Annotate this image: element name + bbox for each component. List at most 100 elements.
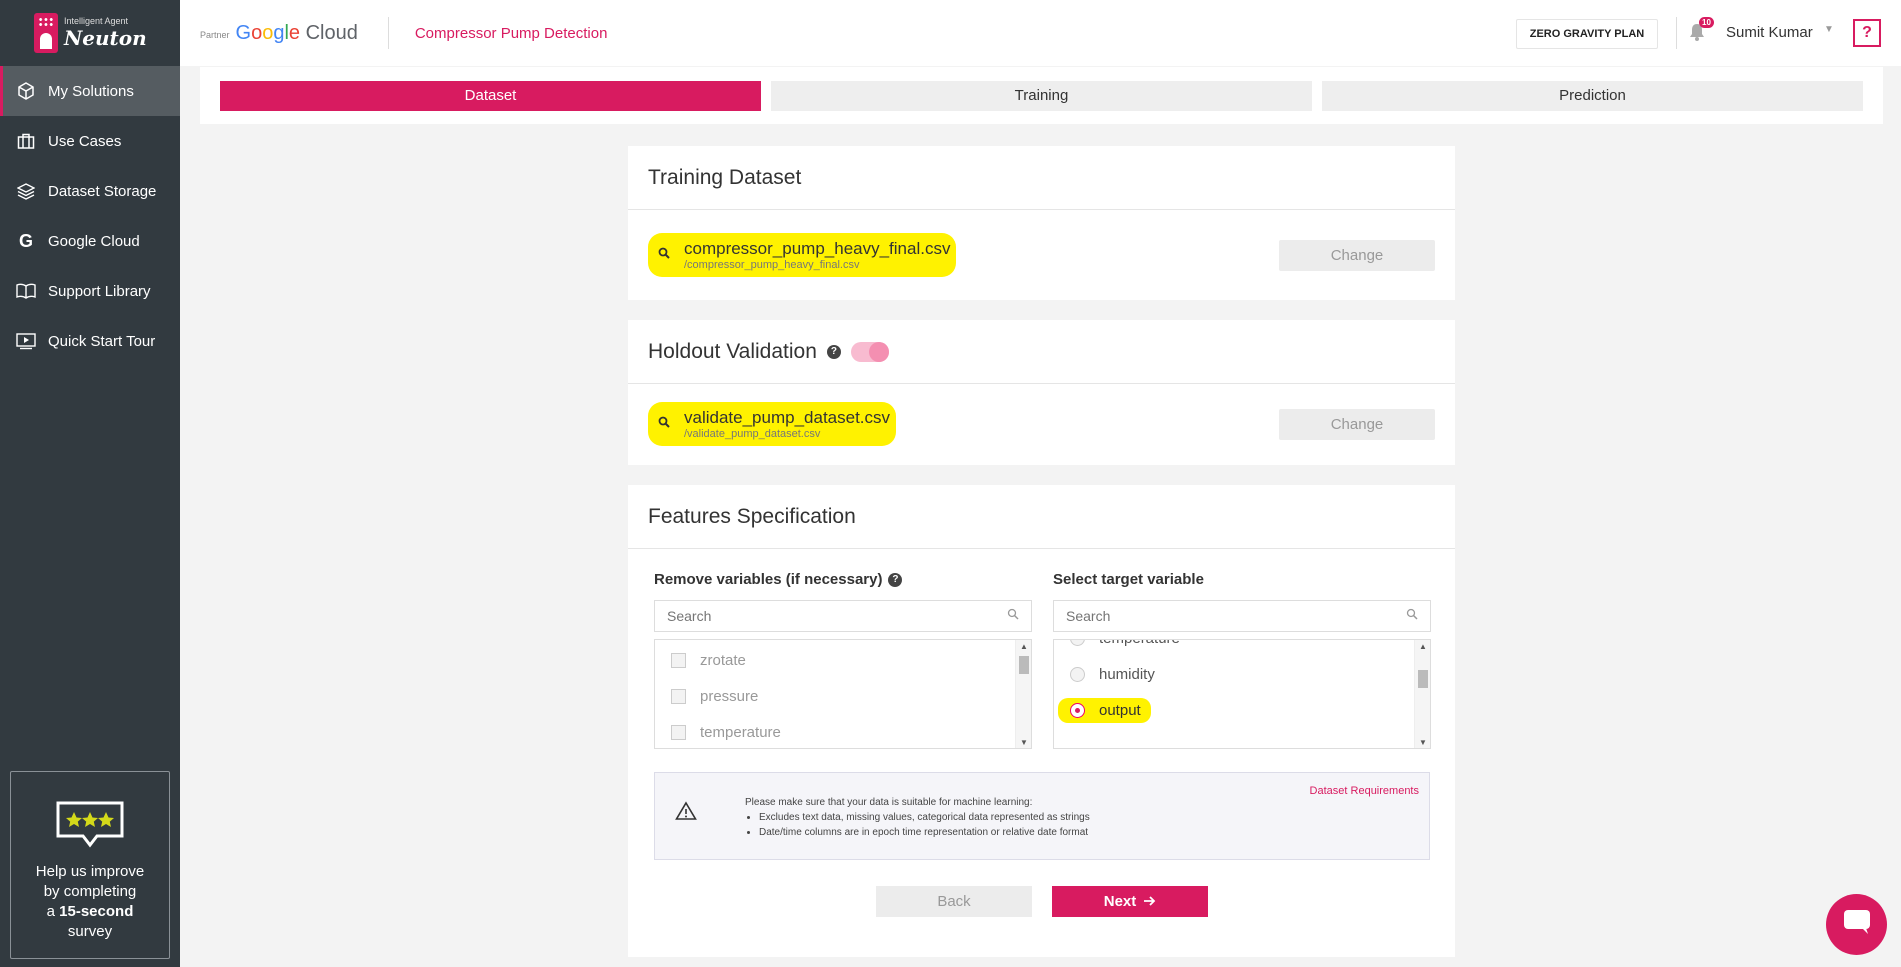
- tab-prediction[interactable]: Prediction: [1322, 80, 1863, 111]
- sidebar-item-label: Quick Start Tour: [48, 332, 156, 350]
- user-menu[interactable]: Sumit Kumar: [1726, 24, 1813, 41]
- checkbox[interactable]: [671, 688, 686, 704]
- rating-bubble-icon: [55, 800, 125, 848]
- card-title: Training Dataset: [628, 146, 1455, 210]
- remove-variables-title: Remove variables (if necessary) ?: [654, 571, 903, 588]
- radio-button[interactable]: [1070, 666, 1085, 682]
- survey-line: survey: [67, 923, 113, 940]
- search-icon: [1007, 607, 1019, 625]
- target-variable-search[interactable]: [1053, 600, 1431, 632]
- sidebar-item-my-solutions[interactable]: My Solutions: [0, 66, 180, 116]
- training-file-path: /compressor_pump_heavy_final.csv: [684, 259, 860, 271]
- header-divider: [387, 17, 389, 49]
- change-holdout-button[interactable]: Change: [1279, 408, 1435, 440]
- survey-card[interactable]: Help us improve by completing a 15-secon…: [10, 771, 170, 959]
- checkbox[interactable]: [671, 724, 686, 740]
- dataset-requirements-link[interactable]: Dataset Requirements: [1310, 785, 1419, 797]
- target-variable-search-input[interactable]: [1066, 608, 1366, 624]
- selected-highlight: output: [1058, 697, 1151, 723]
- sidebar-item-google-cloud[interactable]: G Google Cloud: [0, 216, 180, 266]
- tab-training[interactable]: Training: [771, 80, 1312, 111]
- notification-badge: 10: [1699, 17, 1714, 28]
- app-logo[interactable]: Intelligent Agent Neuton: [0, 0, 180, 66]
- list-item[interactable]: pressure: [655, 678, 1031, 714]
- notice-bullet: Excludes text data, missing values, cate…: [759, 810, 1090, 825]
- search-icon: [658, 246, 670, 264]
- scrollbar[interactable]: ▲ ▼: [1015, 640, 1031, 748]
- help-button[interactable]: ?: [1853, 19, 1881, 47]
- remove-variables-search-input[interactable]: [667, 608, 967, 624]
- holdout-toggle[interactable]: [850, 341, 889, 362]
- list-item[interactable]: zrotate: [655, 642, 1031, 678]
- holdout-file-selector[interactable]: validate_pump_dataset.csv /validate_pump…: [648, 402, 897, 446]
- google-cloud-logo: Google Cloud: [235, 21, 358, 44]
- survey-line: a: [46, 903, 60, 920]
- help-icon[interactable]: ?: [826, 344, 841, 359]
- list-item[interactable]: humidity: [1054, 656, 1430, 692]
- survey-text: Help us improve by completing a 15-secon…: [11, 862, 169, 942]
- remove-variables-search[interactable]: [654, 600, 1032, 632]
- warning-icon: [675, 801, 699, 825]
- sidebar-item-label: Use Cases: [48, 132, 122, 150]
- survey-line: Help us improve: [35, 863, 145, 880]
- cube-icon: [16, 81, 36, 101]
- holdout-file-path: /validate_pump_dataset.csv: [684, 428, 821, 440]
- help-icon[interactable]: ?: [888, 572, 903, 587]
- scroll-thumb[interactable]: [1418, 670, 1428, 688]
- next-label: Next: [1103, 893, 1137, 910]
- list-item[interactable]: temperature: [1054, 640, 1430, 656]
- scrollbar[interactable]: ▲ ▼: [1414, 640, 1430, 748]
- change-training-button[interactable]: Change: [1279, 239, 1435, 271]
- scroll-up-icon[interactable]: ▲: [1415, 640, 1430, 652]
- holdout-file-name: validate_pump_dataset.csv: [684, 408, 891, 427]
- chevron-down-icon[interactable]: ▼: [1824, 24, 1834, 35]
- list-item-selected[interactable]: output: [1054, 692, 1430, 728]
- variable-label: pressure: [700, 687, 759, 705]
- remove-variables-list[interactable]: zrotate pressure temperature ▲ ▼: [654, 639, 1032, 749]
- card-title: Holdout Validation ?: [628, 320, 1455, 384]
- sidebar-item-support-library[interactable]: Support Library: [0, 266, 180, 316]
- scroll-up-icon[interactable]: ▲: [1016, 640, 1031, 652]
- briefcase-icon: [16, 131, 36, 151]
- scroll-thumb[interactable]: [1019, 656, 1029, 674]
- search-icon: [658, 415, 670, 433]
- back-button[interactable]: Back: [876, 886, 1032, 917]
- features-specification-card: Features Specification Remove variables …: [628, 485, 1455, 957]
- plan-button[interactable]: ZERO GRAVITY PLAN: [1516, 19, 1658, 49]
- sidebar-item-label: Dataset Storage: [48, 182, 157, 200]
- features-title: Features Specification: [648, 504, 856, 528]
- sidebar-item-quick-start-tour[interactable]: Quick Start Tour: [0, 316, 180, 366]
- next-button[interactable]: Next: [1052, 886, 1208, 917]
- target-variable-list[interactable]: temperature humidity output ▲ ▼: [1053, 639, 1431, 749]
- scroll-down-icon[interactable]: ▼: [1016, 736, 1031, 748]
- training-file-selector[interactable]: compressor_pump_heavy_final.csv /compres…: [648, 233, 957, 277]
- checkbox[interactable]: [671, 652, 686, 668]
- target-variable-label: Select target variable: [1053, 571, 1204, 588]
- sidebar-item-label: Support Library: [48, 282, 151, 300]
- radio-button[interactable]: [1070, 640, 1085, 646]
- sidebar-item-label: Google Cloud: [48, 232, 140, 250]
- scroll-down-icon[interactable]: ▼: [1415, 736, 1430, 748]
- sidebar-item-dataset-storage[interactable]: Dataset Storage: [0, 166, 180, 216]
- partner-label: Partner: [200, 30, 230, 40]
- book-icon: [16, 281, 36, 301]
- sidebar-item-use-cases[interactable]: Use Cases: [0, 116, 180, 166]
- holdout-title: Holdout Validation: [648, 339, 817, 363]
- variable-label: temperature: [700, 723, 781, 741]
- card-title: Features Specification: [628, 485, 1455, 549]
- layers-icon: [16, 181, 36, 201]
- neuton-logo-icon: [34, 13, 58, 53]
- sidebar: Intelligent Agent Neuton My Solutions Us…: [0, 0, 180, 967]
- list-item[interactable]: temperature: [655, 714, 1031, 748]
- chat-button[interactable]: [1826, 894, 1887, 955]
- training-dataset-card: Training Dataset compressor_pump_heavy_f…: [628, 146, 1455, 300]
- training-file-name: compressor_pump_heavy_final.csv: [684, 239, 951, 258]
- arrow-right-icon: [1144, 893, 1156, 910]
- variable-label: humidity: [1099, 665, 1155, 683]
- header-divider: [1676, 17, 1677, 49]
- variable-label: output: [1099, 701, 1141, 719]
- tab-dataset[interactable]: Dataset: [220, 80, 761, 111]
- holdout-validation-card: Holdout Validation ? validate_pump_datas…: [628, 320, 1455, 465]
- radio-button-checked[interactable]: [1070, 702, 1085, 718]
- video-play-icon: [16, 331, 36, 351]
